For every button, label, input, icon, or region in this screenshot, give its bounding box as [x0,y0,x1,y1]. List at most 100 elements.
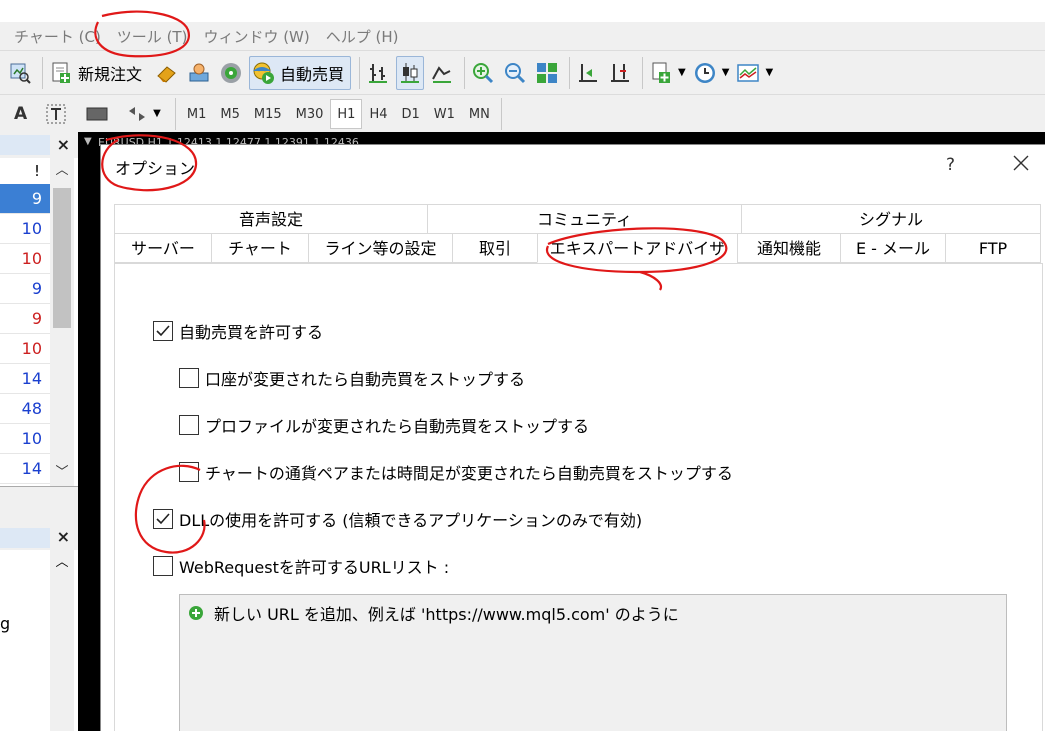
list-item[interactable]: 48 [0,394,50,424]
timeframe-m30[interactable]: M30 [289,99,331,129]
timeframe-mn[interactable]: MN [462,99,497,129]
window-top-strip [0,0,1045,22]
close-icon[interactable]: × [57,527,70,546]
help-button[interactable]: ? [946,155,955,175]
tab-email[interactable]: E - メール [840,233,945,263]
text-label-tool-icon[interactable] [45,103,67,125]
zoom-in-icon [470,60,496,86]
tab-signals[interactable]: シグナル [741,204,1041,234]
new-order-icon [48,60,74,86]
zoom-out-button[interactable] [501,56,529,90]
auto-trade-button[interactable]: 自動売買 [249,55,352,90]
list-item[interactable]: 9 [0,274,50,304]
list-item[interactable]: 10 [0,424,50,454]
menu-tools[interactable]: ツール (T) [109,26,196,47]
list-item[interactable]: 10 [0,334,50,364]
option-allow-dll[interactable]: DLLの使用を許可する (信頼できるアプリケーションのみで有効) [153,507,642,531]
close-button[interactable] [1009,151,1033,175]
main-toolbar: 新規注文 自動売買 ▼ ▼ ▼ [0,50,1045,94]
list-item[interactable]: 14 [0,454,50,484]
timeframe-m1[interactable]: M1 [180,99,214,129]
tab-notifications[interactable]: 通知機能 [737,233,840,263]
checkbox-stop-on-symbol-change[interactable] [179,462,199,482]
timeframe-d1[interactable]: D1 [395,99,427,129]
tab-trade[interactable]: 取引 [452,233,537,263]
checkbox-stop-on-account-change[interactable] [179,368,199,388]
list-item[interactable]: 14 [0,364,50,394]
bar-chart-button[interactable] [364,56,392,90]
template-icon [735,60,761,86]
editor-icon [186,60,212,86]
list-item[interactable]: 9 [0,304,50,334]
auto-scroll-button[interactable] [574,56,602,90]
chevron-down-icon[interactable]: ▼ [153,108,161,119]
option-allow-webrequest[interactable]: WebRequestを許可するURLリスト : [153,554,449,578]
url-list[interactable]: 新しい URL を追加、例えば 'https://www.mql5.com' の… [179,594,1007,731]
market-watch-scrollbar[interactable]: ︿ ﹀ [50,158,74,486]
toolbar-separator [500,97,502,130]
checkbox-stop-on-profile-change[interactable] [179,415,199,435]
timeframe-h4[interactable]: H4 [362,99,394,129]
option-label: 口座が変更されたら自動売買をストップする [205,370,526,389]
signals-button[interactable] [217,56,245,90]
eraser-button[interactable] [153,56,181,90]
arrows-tool-icon[interactable] [125,103,149,125]
chevron-down-icon: ▼ [721,67,730,78]
rectangle-tool-icon[interactable] [85,105,109,123]
chevron-up-icon[interactable]: ︿ [50,158,74,184]
timeframe-m15[interactable]: M15 [247,99,289,129]
option-allow-auto-trading[interactable]: 自動売買を許可する [153,319,323,343]
auto-trade-label: 自動売買 [280,64,345,84]
tab-server[interactable]: サーバー [114,233,211,263]
line-studies-toolbar: A ▼ M1 M5 M15 M30 H1 H4 D1 W1 MN [0,94,1045,132]
chevron-up-icon[interactable]: ︿ [50,550,74,576]
chart-shift-button[interactable] [606,56,634,90]
add-icon [189,606,203,620]
timeframe-m5[interactable]: M5 [213,99,247,129]
close-icon[interactable]: × [57,135,70,154]
menu-bar: チャート (C) ツール (T) ウィンドウ (W) ヘルプ (H) [0,22,1045,50]
magnifier-chart-icon [7,60,33,86]
zoom-out-icon [502,60,528,86]
menu-window[interactable]: ウィンドウ (W) [195,26,317,47]
option-stop-on-profile-change[interactable]: プロファイルが変更されたら自動売買をストップする [179,413,589,437]
menu-help[interactable]: ヘルプ (H) [318,26,407,47]
option-label: 自動売買を許可する [179,323,324,342]
tab-chart[interactable]: チャート [211,233,308,263]
candlestick-chart-button[interactable] [396,55,425,90]
text-tool-button[interactable]: A [14,104,27,124]
templates-dropdown-button[interactable]: ▼ [734,56,774,90]
line-chart-button[interactable] [428,56,456,90]
zoom-in-button[interactable] [469,56,497,90]
tab-objects[interactable]: ライン等の設定 [308,233,452,263]
meta-editor-button[interactable] [185,56,213,90]
add-url-row[interactable]: 新しい URL を追加、例えば 'https://www.mql5.com' の… [188,601,679,625]
tab-expert-advisors[interactable]: エキスパートアドバイザ [537,233,737,263]
new-order-button[interactable]: 新規注文 [47,56,149,90]
chevron-down-icon[interactable]: ﹀ [50,460,74,486]
list-item[interactable]: 10 [0,214,50,244]
option-stop-on-account-change[interactable]: 口座が変更されたら自動売買をストップする [179,366,525,390]
list-item[interactable]: 9 [0,184,50,214]
checkbox-allow-auto-trading[interactable] [153,321,173,341]
timeframe-w1[interactable]: W1 [427,99,462,129]
periods-dropdown-button[interactable]: ▼ [691,56,731,90]
timeframe-h1[interactable]: H1 [330,98,363,129]
indicators-dropdown-button[interactable]: ▼ [647,56,687,90]
tab-sound[interactable]: 音声設定 [114,204,427,234]
tile-windows-button[interactable] [533,56,561,90]
option-stop-on-symbol-change[interactable]: チャートの通貨ペアまたは時間足が変更されたら自動売買をストップする [179,460,733,484]
checkbox-allow-dll[interactable] [153,509,173,529]
menu-chart[interactable]: チャート (C) [6,26,109,47]
new-order-label: 新規注文 [78,64,143,84]
candlestick-icon [397,60,423,86]
tab-ftp[interactable]: FTP [945,233,1041,263]
scrollbar-thumb[interactable] [53,188,71,328]
toolbar-separator [359,56,361,89]
checkbox-allow-webrequest[interactable] [153,556,173,576]
list-item[interactable]: 10 [0,244,50,274]
tab-community[interactable]: コミュニティ [427,204,741,234]
navigator-scrollbar[interactable]: ︿ [50,550,74,731]
zoom-chart-button[interactable] [6,56,34,90]
chevron-down-icon: ▼ [678,67,686,78]
